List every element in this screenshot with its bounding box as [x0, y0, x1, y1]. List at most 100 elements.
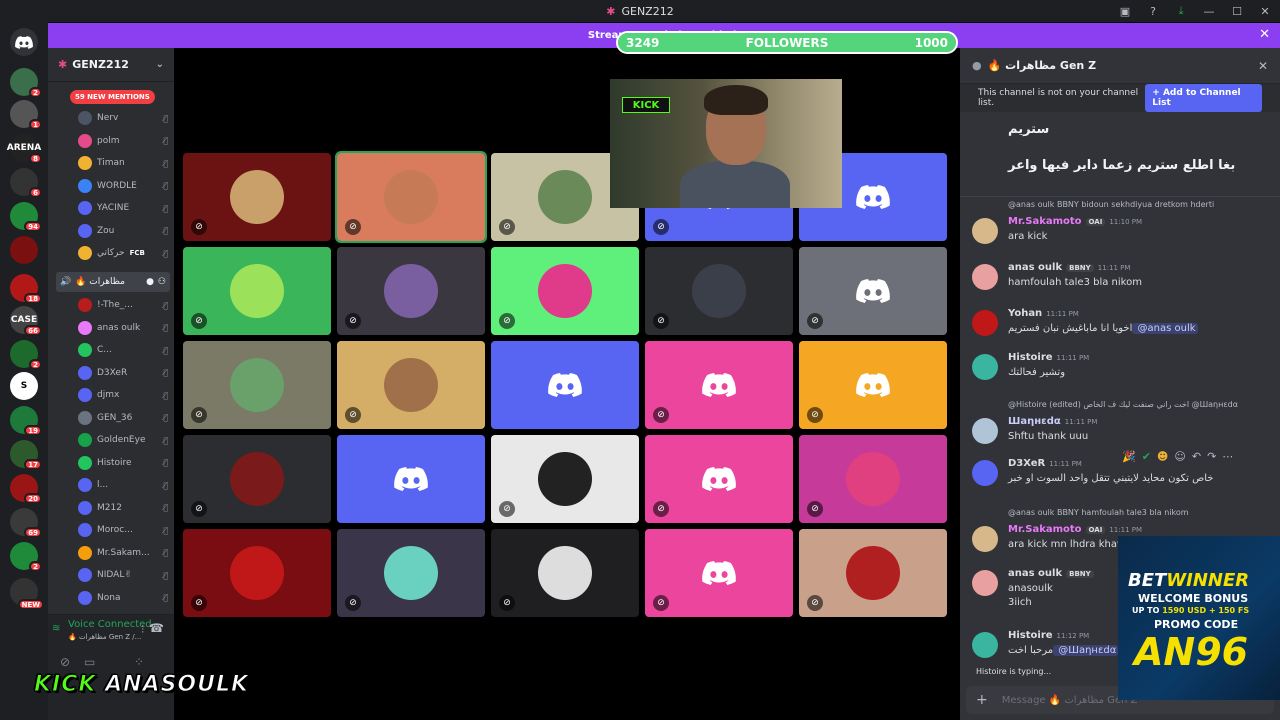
user-mention[interactable]: @anas oulk: [1132, 323, 1198, 334]
voice-user[interactable]: GoldenEye 🎙̸: [78, 430, 168, 450]
user-mention[interactable]: @Шaηнεdα: [1053, 645, 1119, 656]
voice-user[interactable]: NIDAL✌ 🎙̸: [78, 565, 168, 585]
avatar[interactable]: [972, 526, 998, 552]
reply-preview[interactable]: @anas oulk BBNY hamfoulah tale3 bla niko…: [1008, 508, 1189, 517]
message-author[interactable]: anas oulk BBNY: [1008, 568, 1094, 579]
close-banner-icon[interactable]: ✕: [1259, 27, 1270, 42]
participant-tile[interactable]: ⊘: [799, 529, 947, 617]
voice-user[interactable]: WORDLE 🎙̸: [78, 176, 168, 196]
help-icon[interactable]: ?: [1146, 4, 1160, 18]
voice-channel-active[interactable]: 🔊 🔥 مظاهرات ● ⚇: [56, 272, 170, 292]
add-to-channel-list-button[interactable]: + Add to Channel List: [1145, 84, 1262, 112]
voice-user[interactable]: Zou 🎙̸: [78, 221, 168, 241]
avatar[interactable]: [972, 354, 998, 380]
chat-bubble-icon[interactable]: ●: [146, 277, 154, 287]
download-icon[interactable]: ⤓: [1174, 4, 1188, 18]
voice-user[interactable]: Histoire 🎙̸: [78, 453, 168, 473]
voice-user[interactable]: YACINE 🎙̸: [78, 198, 168, 218]
participant-tile[interactable]: ⊘: [645, 529, 793, 617]
voice-user[interactable]: !-The_... 🎙̸: [78, 295, 168, 315]
new-mentions-badge[interactable]: 59 NEW MENTIONS: [70, 90, 155, 104]
server-icon-0[interactable]: [10, 28, 38, 56]
participant-tile[interactable]: ⊘: [645, 341, 793, 429]
voice-user[interactable]: C... 🎙̸: [78, 340, 168, 360]
participant-tile[interactable]: ⊘: [337, 341, 485, 429]
voice-user[interactable]: D3XeR 🎙̸: [78, 363, 168, 383]
server-icon-8[interactable]: CASE 66: [10, 306, 42, 336]
message-author[interactable]: anas oulk BBNY 11:11 PM: [1008, 262, 1130, 273]
server-icon-11[interactable]: 19: [10, 406, 42, 436]
voice-user[interactable]: Nona 🎙̸: [78, 588, 168, 608]
server-icon-12[interactable]: 17: [10, 440, 42, 470]
participant-tile[interactable]: ⊘: [491, 529, 639, 617]
chevron-down-icon[interactable]: ⌄: [156, 59, 164, 70]
signal-icon[interactable]: ≋: [52, 623, 60, 634]
avatar[interactable]: [972, 632, 998, 658]
participant-tile[interactable]: ⊘: [799, 247, 947, 335]
close-window-icon[interactable]: ✕: [1258, 4, 1272, 18]
more-icon[interactable]: ⋯: [1222, 450, 1233, 463]
server-icon-10[interactable]: S: [10, 372, 38, 400]
minimize-icon[interactable]: —: [1202, 4, 1216, 18]
participant-tile[interactable]: ⊘: [799, 341, 947, 429]
message-author[interactable]: Mr.Sakamoto OAI 11:11 PM: [1008, 524, 1142, 535]
message-author[interactable]: D3XeR 11:11 PM: [1008, 458, 1082, 469]
voice-user[interactable]: GEN_36 🎙̸: [78, 408, 168, 428]
voice-user[interactable]: l... 🎙̸: [78, 475, 168, 495]
participant-tile[interactable]: ⊘: [799, 435, 947, 523]
participant-tile[interactable]: ⊘: [645, 435, 793, 523]
server-icon-16[interactable]: NEW: [10, 578, 44, 610]
avatar[interactable]: [972, 310, 998, 336]
close-chat-icon[interactable]: ✕: [1258, 59, 1268, 73]
avatar[interactable]: [972, 460, 998, 486]
check-icon[interactable]: ✔: [1142, 450, 1151, 463]
screen-share-icon[interactable]: ▭: [84, 655, 95, 669]
forward-icon[interactable]: ↷: [1207, 450, 1216, 463]
server-icon-9[interactable]: 2: [10, 340, 42, 370]
avatar[interactable]: [972, 218, 998, 244]
camera-off-icon[interactable]: ⊘: [60, 655, 70, 669]
maximize-icon[interactable]: ☐: [1230, 4, 1244, 18]
server-icon-1[interactable]: 2: [10, 68, 42, 98]
voice-user[interactable]: حركاتي FCB 🎙̸: [78, 243, 168, 263]
add-user-icon[interactable]: ⚇: [158, 277, 166, 287]
server-icon-13[interactable]: 20: [10, 474, 42, 504]
message-author[interactable]: Yohan 11:11 PM: [1008, 308, 1079, 319]
message-author[interactable]: Histoire 11:12 PM: [1008, 630, 1089, 641]
voice-user[interactable]: djmx 🎙̸: [78, 385, 168, 405]
voice-user[interactable]: M212 🎙̸: [78, 498, 168, 518]
participant-tile[interactable]: ⊘: [337, 247, 485, 335]
server-icon-15[interactable]: 2: [10, 542, 42, 572]
participant-tile[interactable]: ⊘: [183, 529, 331, 617]
activity-icon[interactable]: ⁘: [134, 655, 144, 669]
participant-tile[interactable]: ⊘: [183, 435, 331, 523]
server-icon-2[interactable]: 1: [10, 100, 42, 130]
server-icon-4[interactable]: 6: [10, 168, 42, 198]
reply-icon[interactable]: ↶: [1192, 450, 1201, 463]
participant-tile[interactable]: ⊘: [183, 247, 331, 335]
participant-tile[interactable]: ⊘: [491, 247, 639, 335]
participant-tile[interactable]: ⊘: [183, 153, 331, 241]
message-author[interactable]: Histoire 11:11 PM: [1008, 352, 1089, 363]
reply-preview[interactable]: @anas oulk BBNY bidoun sekhdiyua dretkom…: [1008, 200, 1214, 209]
server-icon-6[interactable]: [10, 236, 38, 264]
participant-tile[interactable]: ⊘: [335, 151, 487, 243]
server-icon-3[interactable]: ARENA 8: [7, 134, 42, 164]
server-icon-7[interactable]: 18: [10, 274, 42, 304]
message-author[interactable]: Mr.Sakamoto OAI 11:10 PM: [1008, 216, 1142, 227]
participant-tile[interactable]: ⊘: [645, 247, 793, 335]
avatar[interactable]: [972, 418, 998, 444]
message-author[interactable]: Шaηнεdα 11:11 PM: [1008, 416, 1097, 427]
voice-user[interactable]: anas oulk 🎙̸: [78, 318, 168, 338]
avatar[interactable]: [972, 570, 998, 596]
noise-suppression-icon[interactable]: ⫶: [141, 623, 144, 637]
inbox-icon[interactable]: ▣: [1118, 4, 1132, 18]
participant-tile[interactable]: ⊘: [337, 529, 485, 617]
voice-user[interactable]: polm 🎙̸: [78, 131, 168, 151]
voice-user[interactable]: Moroc... 🎙̸: [78, 520, 168, 540]
participant-tile[interactable]: [337, 435, 485, 523]
reaction-icon[interactable]: 🎉: [1122, 450, 1136, 463]
participant-tile[interactable]: ⊘: [491, 435, 639, 523]
voice-user[interactable]: Nerv 🎙̸: [78, 108, 168, 128]
reply-preview[interactable]: @Histoire (edited) اخت راني صنفت ليك ف ا…: [1008, 400, 1238, 409]
